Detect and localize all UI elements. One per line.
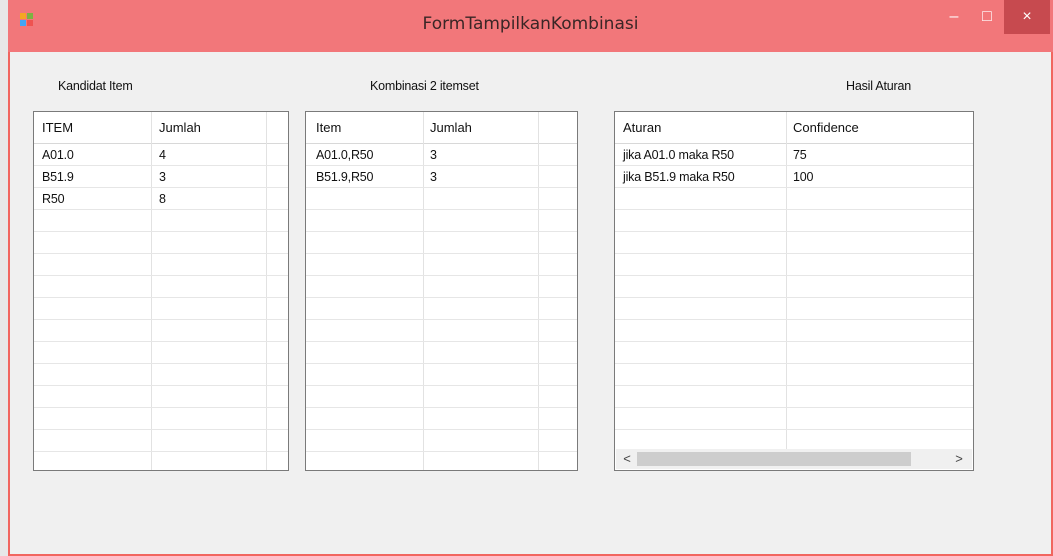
row-separator <box>306 407 577 408</box>
row-separator <box>34 341 288 342</box>
title-bar[interactable]: FormTampilkanKombinasi – □ × <box>8 0 1053 52</box>
cell-item[interactable]: B51.9,R50 <box>316 170 373 184</box>
row-separator <box>615 231 973 232</box>
row-separator <box>34 385 288 386</box>
cell-jumlah[interactable]: 3 <box>159 170 166 184</box>
horizontal-scrollbar[interactable]: < > <box>616 449 972 469</box>
row-separator <box>306 319 577 320</box>
grid-header: ITEM Jumlah <box>34 112 288 144</box>
column-header-jumlah[interactable]: Jumlah <box>430 120 472 135</box>
row-separator <box>306 385 577 386</box>
kandidat-item-grid[interactable]: ITEM Jumlah A01.0 4 B51.9 3 R50 8 <box>33 111 289 471</box>
cell-jumlah[interactable]: 4 <box>159 148 166 162</box>
row-separator <box>615 363 973 364</box>
cell-confidence[interactable]: 75 <box>793 148 807 162</box>
row-separator <box>615 253 973 254</box>
row-separator <box>306 231 577 232</box>
form-client-area: Kandidat Item Kombinasi 2 itemset Hasil … <box>10 52 1051 554</box>
row-separator <box>615 297 973 298</box>
maximize-button[interactable]: □ <box>976 0 998 34</box>
kombinasi-label: Kombinasi 2 itemset <box>370 79 479 93</box>
close-button[interactable]: × <box>1004 0 1050 34</box>
row-separator <box>34 451 288 452</box>
cell-aturan[interactable]: jika B51.9 maka R50 <box>623 170 735 184</box>
kombinasi-grid[interactable]: Item Jumlah A01.0,R50 3 B51.9,R50 3 <box>305 111 578 471</box>
cell-item[interactable]: A01.0,R50 <box>316 148 373 162</box>
column-header-confidence[interactable]: Confidence <box>793 120 859 135</box>
row-separator <box>34 297 288 298</box>
row-separator <box>615 407 973 408</box>
row-separator <box>615 209 973 210</box>
row-separator <box>306 275 577 276</box>
scrollbar-thumb[interactable] <box>637 452 911 466</box>
row-separator <box>306 297 577 298</box>
row-separator <box>34 275 288 276</box>
row-separator <box>306 341 577 342</box>
row-separator <box>615 429 973 430</box>
row-separator <box>34 319 288 320</box>
column-header-item[interactable]: Item <box>316 120 341 135</box>
row-separator <box>306 165 577 166</box>
app-window: FormTampilkanKombinasi – □ × Kandidat It… <box>8 0 1053 556</box>
cell-jumlah[interactable]: 8 <box>159 192 166 206</box>
row-separator <box>615 341 973 342</box>
hasil-aturan-label: Hasil Aturan <box>846 79 911 93</box>
cell-aturan[interactable]: jika A01.0 maka R50 <box>623 148 734 162</box>
cell-item[interactable]: R50 <box>42 192 65 206</box>
row-separator <box>34 407 288 408</box>
grid-header: Aturan Confidence <box>615 112 973 144</box>
row-separator <box>34 429 288 430</box>
row-separator <box>306 451 577 452</box>
row-separator <box>34 253 288 254</box>
column-header-item[interactable]: ITEM <box>42 120 73 135</box>
row-separator <box>306 253 577 254</box>
row-separator <box>34 165 288 166</box>
row-separator <box>306 429 577 430</box>
column-header-aturan[interactable]: Aturan <box>623 120 661 135</box>
row-separator <box>615 165 973 166</box>
row-separator <box>615 187 973 188</box>
row-separator <box>306 187 577 188</box>
minimize-button[interactable]: – <box>943 0 965 34</box>
column-header-jumlah[interactable]: Jumlah <box>159 120 201 135</box>
grid-header: Item Jumlah <box>306 112 577 144</box>
row-separator <box>34 187 288 188</box>
kandidat-item-label: Kandidat Item <box>58 79 133 93</box>
row-separator <box>306 363 577 364</box>
row-separator <box>34 209 288 210</box>
window-title: FormTampilkanKombinasi <box>422 14 639 34</box>
row-separator <box>615 385 973 386</box>
row-separator <box>615 275 973 276</box>
cell-confidence[interactable]: 100 <box>793 170 813 184</box>
cell-jumlah[interactable]: 3 <box>430 148 437 162</box>
row-separator <box>34 363 288 364</box>
row-separator <box>306 209 577 210</box>
hasil-aturan-grid[interactable]: Aturan Confidence jika A01.0 maka R50 75… <box>614 111 974 471</box>
scroll-right-icon[interactable]: > <box>950 450 968 468</box>
cell-item[interactable]: A01.0 <box>42 148 74 162</box>
scroll-left-icon[interactable]: < <box>618 450 636 468</box>
row-separator <box>34 231 288 232</box>
row-separator <box>615 319 973 320</box>
cell-item[interactable]: B51.9 <box>42 170 74 184</box>
cell-jumlah[interactable]: 3 <box>430 170 437 184</box>
column-divider <box>786 112 787 449</box>
